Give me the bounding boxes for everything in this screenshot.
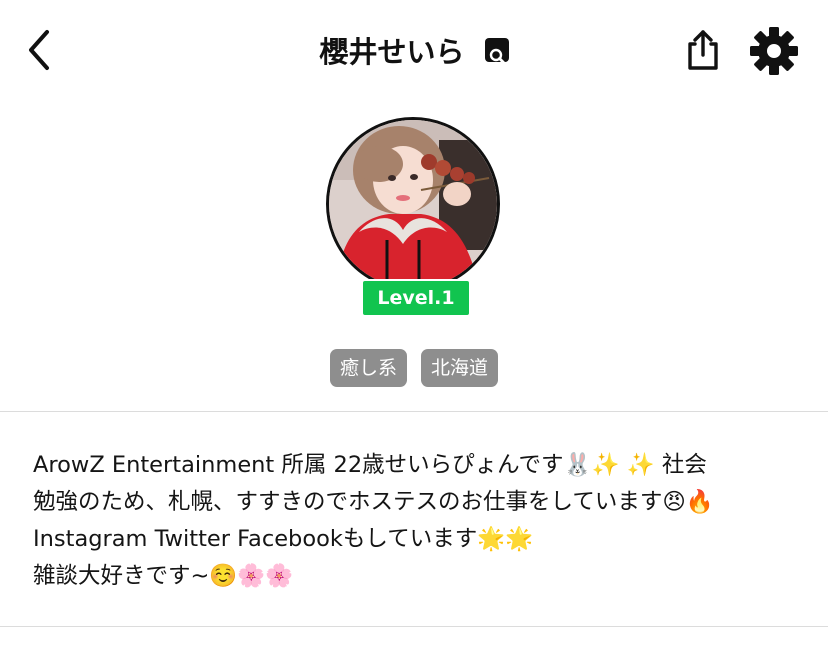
tag-healing[interactable]: 癒し系 (329, 349, 407, 387)
profile-photo (329, 120, 497, 288)
bio-line: 雑談大好きです~☺️🌸🌸 (33, 563, 294, 589)
share-icon (688, 30, 718, 70)
divider (0, 626, 828, 627)
tag-list: 癒し系 北海道 (0, 349, 828, 387)
settings-button[interactable] (749, 26, 799, 76)
search-badge-icon (484, 38, 509, 64)
level-badge: Level.1 (361, 279, 471, 317)
profile-bio: ArowZ Entertainment 所属 22歳せいらぴょんです🐰✨ ✨ 社… (33, 447, 803, 595)
tag-hokkaido[interactable]: 北海道 (421, 349, 499, 387)
profile-name: 櫻井せいら (319, 35, 465, 69)
bio-line: 勉強のため、札幌、すすきのでホステスのお仕事をしています😠🔥 (33, 489, 714, 515)
avatar[interactable] (326, 117, 500, 291)
top-navigation-bar: 櫻井せいら (0, 0, 828, 100)
gear-icon (750, 27, 798, 75)
divider (0, 411, 828, 412)
bio-line: Instagram Twitter Facebookもしています🌟🌟 (33, 526, 534, 552)
share-button[interactable] (682, 28, 724, 72)
bio-line: ArowZ Entertainment 所属 22歳せいらぴょんです🐰✨ ✨ 社… (33, 452, 707, 478)
